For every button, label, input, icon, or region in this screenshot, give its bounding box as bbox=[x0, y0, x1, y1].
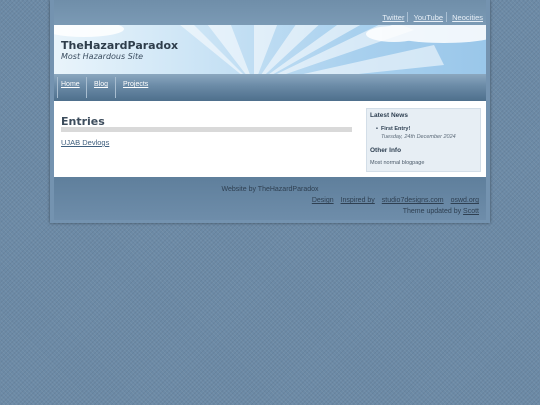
nav-projects-link[interactable]: Projects bbox=[123, 81, 148, 88]
nav-blog-link[interactable]: Blog bbox=[94, 81, 108, 88]
oswd-link[interactable]: oswd.org bbox=[451, 197, 479, 204]
theme-credit-text: Theme updated by bbox=[402, 208, 462, 215]
site-title: TheHazardParadox bbox=[61, 39, 179, 52]
neocities-link[interactable]: Neocities bbox=[452, 13, 483, 22]
youtube-link[interactable]: YouTube bbox=[414, 13, 443, 22]
site-header: TheHazardParadox Most Hazardous Site bbox=[54, 25, 486, 74]
nav-divider bbox=[86, 77, 87, 98]
other-info-heading: Other Info bbox=[370, 147, 402, 154]
nav-divider bbox=[115, 77, 116, 98]
footer-credit: Website by TheHazardParadox bbox=[221, 186, 319, 193]
sidebar: Latest News First Entry! Tuesday, 24th D… bbox=[366, 108, 481, 172]
divider bbox=[446, 12, 448, 22]
page-wrapper: Twitter YouTube Neocities TheHazardParad… bbox=[50, 0, 490, 223]
main-content: Entries UJAB Devlogs Latest News First E… bbox=[54, 101, 486, 177]
news-item-date: Tuesday, 24th December 2024 bbox=[381, 134, 456, 140]
inspired-by-link[interactable]: Inspired by bbox=[341, 197, 375, 204]
footer-links: Design Inspired by studio7designs.com os… bbox=[307, 197, 479, 204]
news-item-title[interactable]: First Entry! bbox=[376, 126, 410, 132]
post-link[interactable]: UJAB Devlogs bbox=[61, 138, 109, 147]
social-links: Twitter YouTube Neocities bbox=[379, 12, 483, 22]
design-link[interactable]: Design bbox=[312, 197, 334, 204]
nav-home-link[interactable]: Home bbox=[61, 81, 80, 88]
main-nav: Home Blog Projects bbox=[54, 74, 486, 101]
scott-link[interactable]: Scott bbox=[463, 208, 479, 215]
studio7-link[interactable]: studio7designs.com bbox=[382, 197, 444, 204]
other-info-text: Most normal blogpage bbox=[370, 160, 425, 166]
site-footer: Website by TheHazardParadox Design Inspi… bbox=[54, 177, 486, 220]
divider bbox=[407, 12, 409, 22]
nav-divider bbox=[57, 77, 58, 98]
title-underline bbox=[61, 127, 352, 132]
latest-news-heading: Latest News bbox=[370, 112, 408, 119]
twitter-link[interactable]: Twitter bbox=[382, 13, 404, 22]
top-bar: Twitter YouTube Neocities bbox=[54, 0, 486, 25]
theme-credit: Theme updated by Scott bbox=[403, 208, 479, 215]
site-subtitle: Most Hazardous Site bbox=[61, 52, 144, 61]
